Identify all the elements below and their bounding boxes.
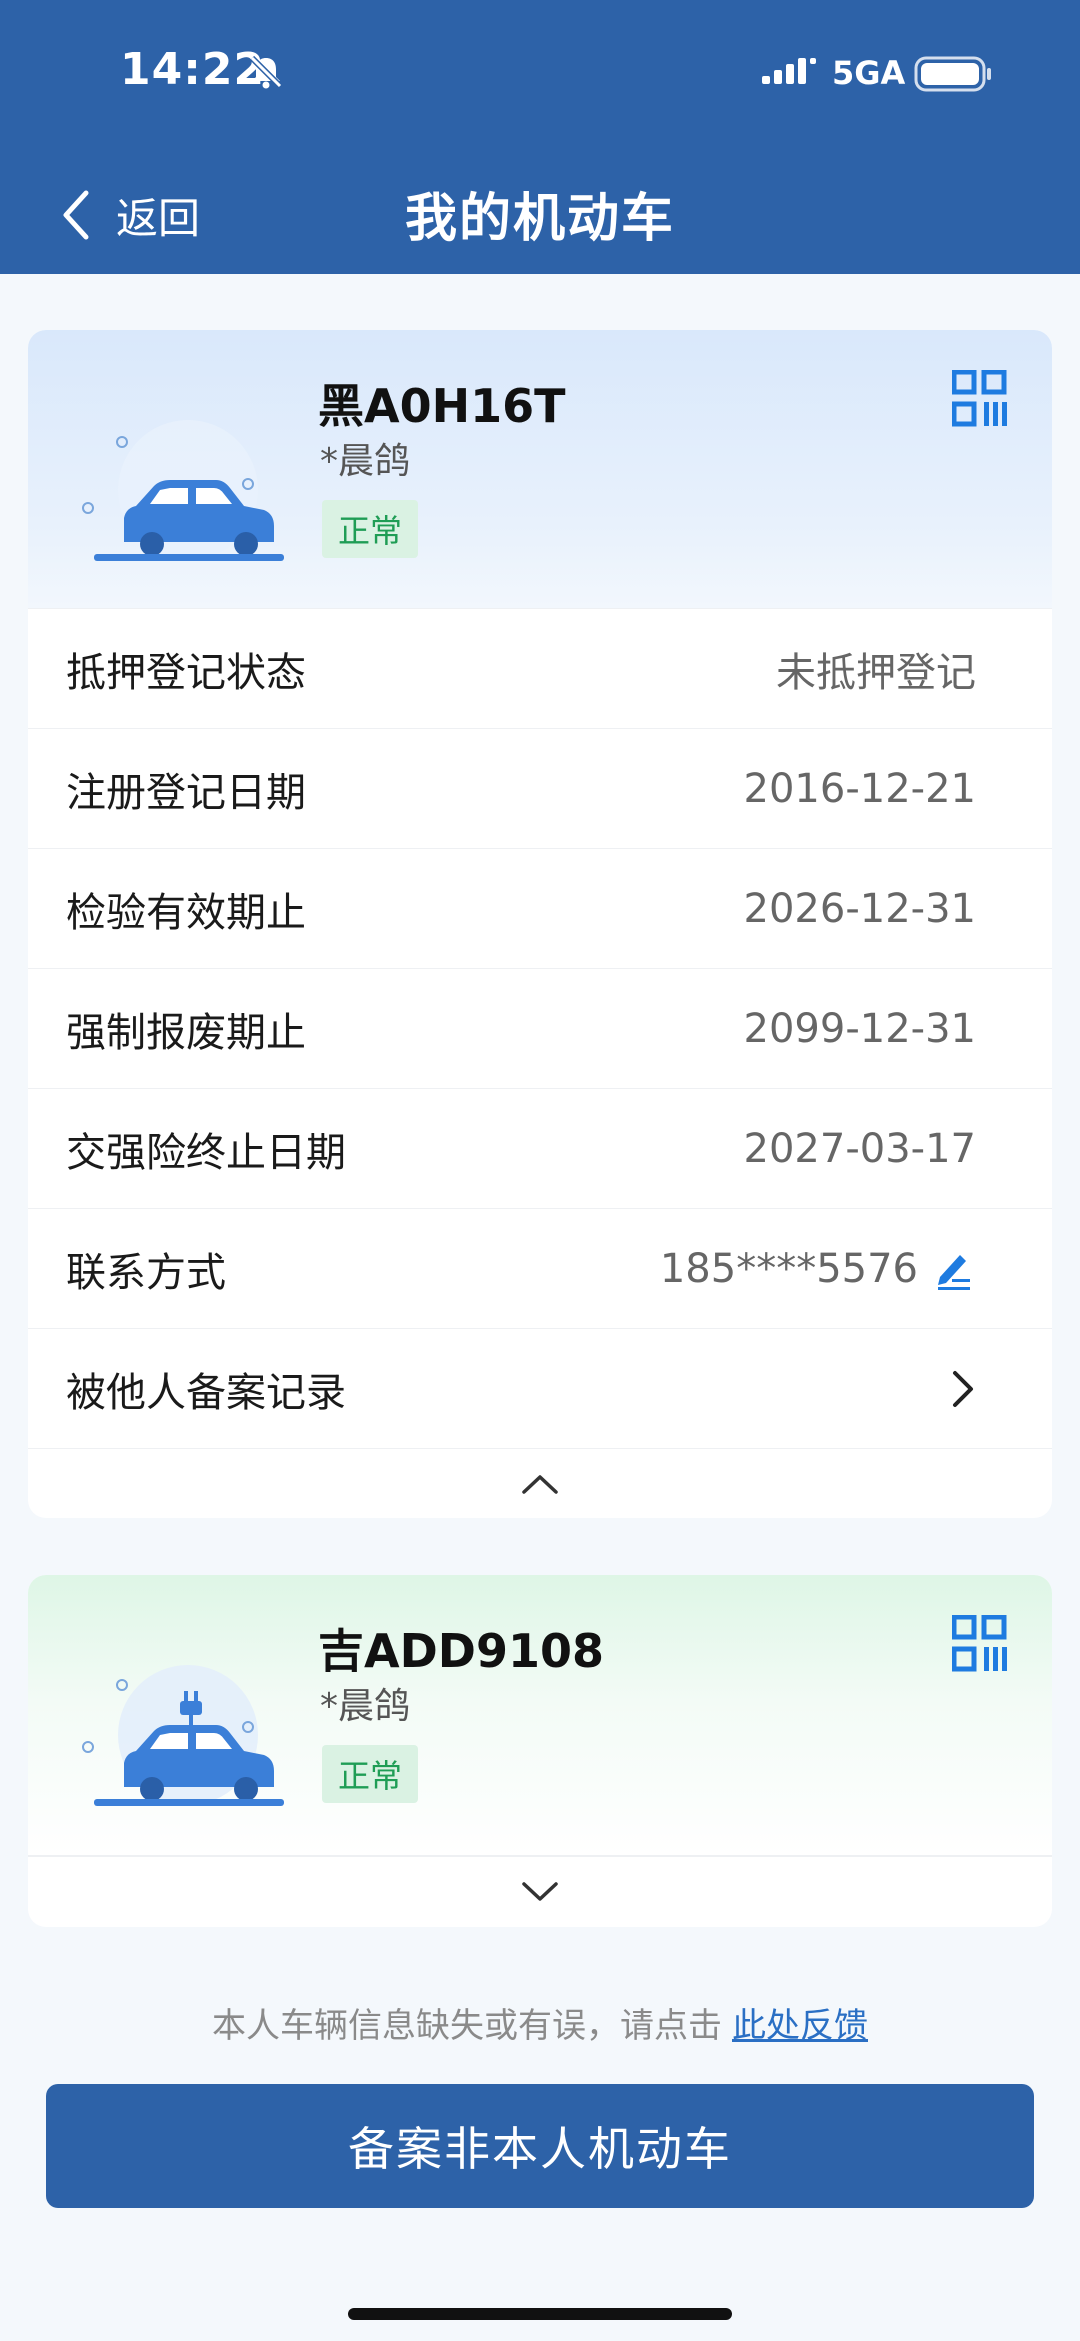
status-time: 14:22	[120, 44, 266, 95]
row-value: 2026-12-31	[743, 885, 976, 932]
info-row-filing-records[interactable]: 被他人备案记录	[28, 1328, 1052, 1448]
row-label: 被他人备案记录	[66, 1369, 346, 1416]
row-label: 注册登记日期	[66, 769, 306, 816]
chevron-down-icon	[522, 1882, 558, 1901]
vehicle-summary[interactable]: 黑A0H16T *晨鸽 正常	[28, 330, 1052, 608]
info-row-insurance-end: 交强险终止日期 2027-03-17	[28, 1088, 1052, 1208]
row-label: 强制报废期止	[66, 1009, 306, 1056]
status-badge: 正常	[322, 1745, 419, 1803]
vehicle-card: 黑A0H16T *晨鸽 正常 抵押登记状态 未抵押登记 注册登记日期 2016-…	[28, 330, 1052, 1518]
row-label: 交强险终止日期	[66, 1129, 346, 1176]
status-badge: 正常	[322, 500, 419, 558]
phone-number: 185****5576	[659, 1245, 918, 1292]
row-value: 2099-12-31	[743, 1005, 976, 1052]
row-label: 抵押登记状态	[66, 649, 306, 696]
row-value: 未抵押登记	[776, 649, 976, 696]
expand-button[interactable]	[28, 1856, 1052, 1927]
edit-icon[interactable]	[932, 1247, 976, 1291]
battery-icon	[914, 56, 991, 92]
app-header: 14:22 5GA 返回 我的机动车	[0, 0, 1080, 274]
row-value: 2027-03-17	[743, 1125, 976, 1172]
network-type: 5GA	[832, 54, 906, 92]
info-row-inspection-expiry: 检验有效期止 2026-12-31	[28, 848, 1052, 968]
contact-value: 185****5576	[660, 1246, 976, 1292]
signal-icon	[762, 58, 816, 84]
home-indicator[interactable]	[348, 2308, 732, 2320]
plate-number: 吉ADD9108	[318, 1624, 604, 1678]
qr-code-icon[interactable]	[952, 1615, 1008, 1673]
register-other-vehicle-button[interactable]: 备案非本人机动车	[46, 2084, 1034, 2208]
chevron-right-icon	[953, 1370, 973, 1407]
info-row-scrap-date: 强制报废期止 2099-12-31	[28, 968, 1052, 1088]
row-label: 检验有效期止	[66, 889, 306, 936]
vehicle-card: 吉ADD9108 *晨鸽 正常	[28, 1575, 1052, 1927]
chevron-up-icon	[522, 1475, 558, 1494]
row-label: 联系方式	[66, 1249, 226, 1296]
feedback-text: 本人车辆信息缺失或有误，请点击	[212, 2006, 722, 2046]
info-row-mortgage: 抵押登记状态 未抵押登记	[28, 608, 1052, 728]
info-row-registration-date: 注册登记日期 2016-12-21	[28, 728, 1052, 848]
row-value: 2016-12-21	[743, 765, 976, 812]
owner-name: *晨鸽	[320, 1686, 411, 1727]
collapse-button[interactable]	[28, 1448, 1052, 1518]
plate-number: 黑A0H16T	[318, 379, 566, 433]
feedback-link[interactable]: 此处反馈	[732, 2006, 868, 2046]
car-icon	[82, 420, 284, 561]
electric-car-icon	[82, 1665, 284, 1806]
info-row-contact: 联系方式 185****5576	[28, 1208, 1052, 1328]
qr-code-icon[interactable]	[952, 370, 1008, 428]
vehicle-summary[interactable]: 吉ADD9108 *晨鸽 正常	[28, 1575, 1052, 1856]
owner-name: *晨鸽	[320, 441, 411, 482]
page-title: 我的机动车	[404, 189, 675, 249]
bell-muted-icon	[249, 55, 283, 89]
feedback-notice: 本人车辆信息缺失或有误，请点击 此处反馈	[0, 1998, 1080, 2047]
